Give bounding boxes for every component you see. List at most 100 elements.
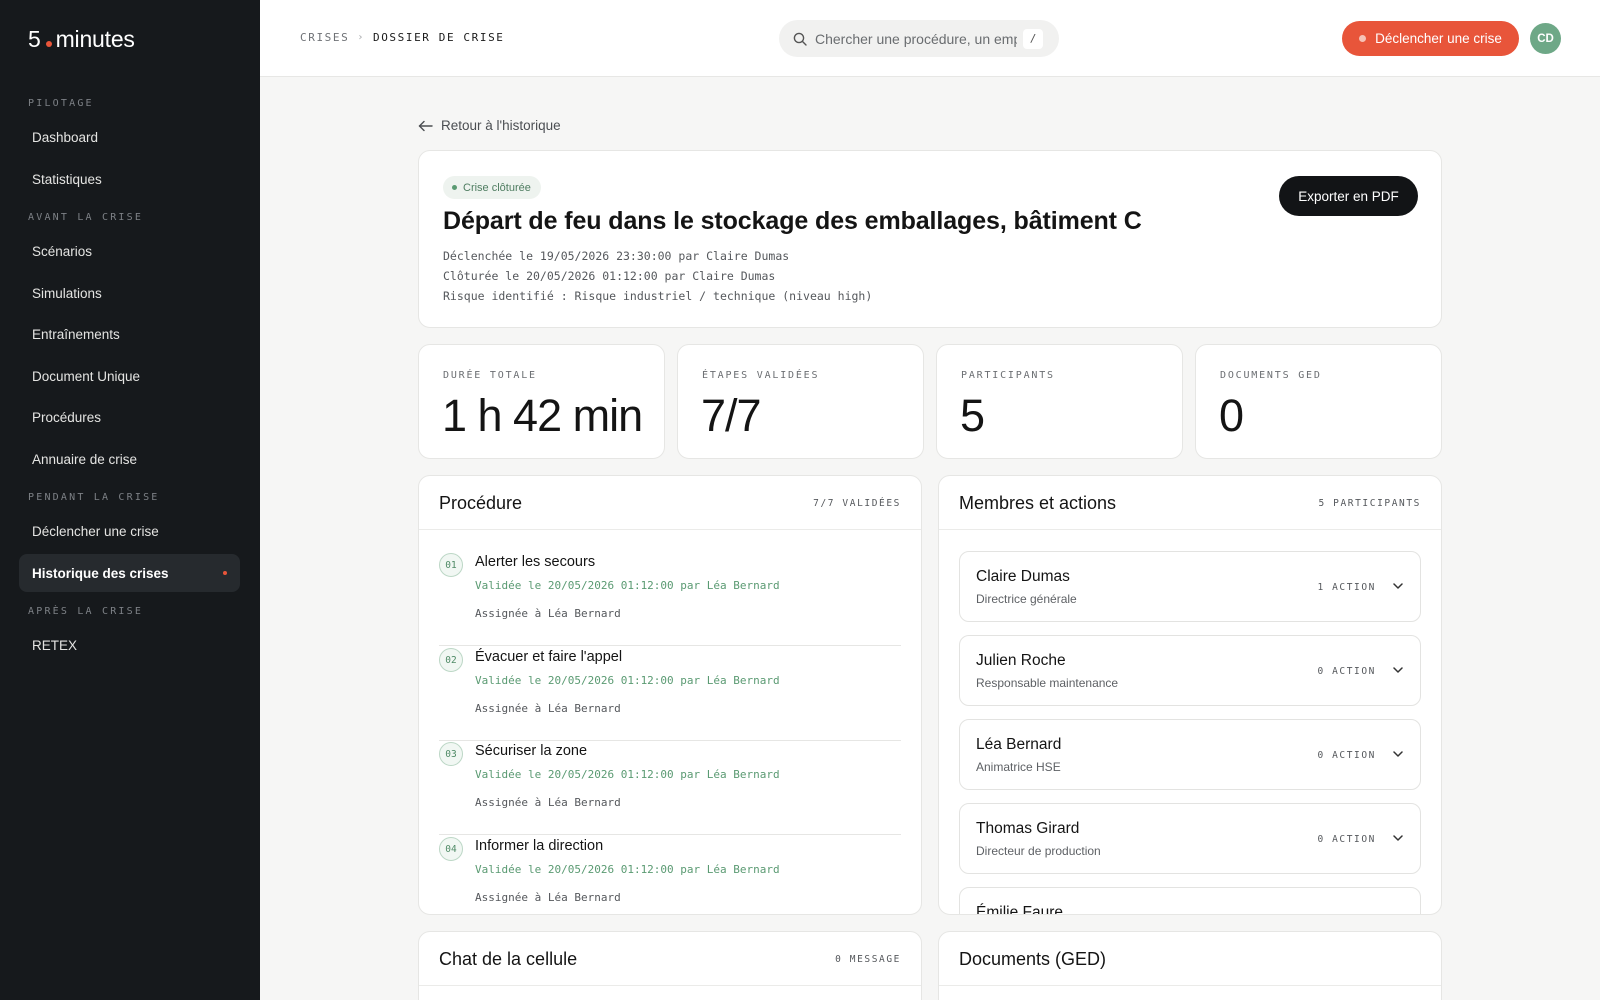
nav-section-avant: AVANT LA CRISE xyxy=(28,212,144,223)
crisis-meta-closed: Clôturée le 20/05/2026 01:12:00 par Clai… xyxy=(443,269,776,283)
procedure-count: 7/7 VALIDÉES xyxy=(813,498,901,509)
member-action-count: 0 ACTION xyxy=(1317,666,1376,677)
member-card[interactable]: Julien Roche Responsable maintenance 0 A… xyxy=(959,635,1421,706)
member-action-count: 1 ACTION xyxy=(1317,582,1376,593)
members-panel: Membres et actions 5 PARTICIPANTS Claire… xyxy=(938,475,1442,915)
step-assignee: Assignée à Léa Bernard xyxy=(475,796,621,809)
step-validation: Validée le 20/05/2026 01:12:00 par Léa B… xyxy=(475,768,780,781)
active-indicator xyxy=(223,571,227,575)
chevron-down-icon[interactable] xyxy=(1392,748,1404,760)
documents-title: Documents (GED) xyxy=(959,949,1107,969)
sidebar-item-annuaire[interactable]: Annuaire de crise xyxy=(19,440,240,478)
back-link[interactable]: Retour à l'historique xyxy=(418,118,561,133)
chevron-down-icon[interactable] xyxy=(1392,832,1404,844)
stat-label: PARTICIPANTS xyxy=(961,370,1055,381)
procedure-step: 03 Sécuriser la zone Validée le 20/05/20… xyxy=(439,740,901,835)
status-dot-icon xyxy=(452,185,457,190)
sidebar-item-retex[interactable]: RETEX xyxy=(19,626,240,664)
step-number: 02 xyxy=(439,648,463,672)
member-action-count: 0 ACTION xyxy=(1317,834,1376,845)
member-card[interactable]: Thomas Girard Directeur de production 0 … xyxy=(959,803,1421,874)
stat-card-participants: PARTICIPANTS 5 xyxy=(936,344,1183,459)
status-badge: Crise clôturée xyxy=(443,176,541,199)
nav-section-pilotage: PILOTAGE xyxy=(28,98,94,109)
step-assignee: Assignée à Léa Bernard xyxy=(475,891,621,904)
nav-section-apres: APRÈS LA CRISE xyxy=(28,606,144,617)
chevron-down-icon[interactable] xyxy=(1392,664,1404,676)
sidebar-item-declencher[interactable]: Déclencher une crise xyxy=(19,512,240,550)
stat-value: 5 xyxy=(960,390,985,441)
step-number: 01 xyxy=(439,553,463,577)
sidebar-item-scenarios[interactable]: Scénarios xyxy=(19,232,240,270)
logo-number: 5 xyxy=(28,26,41,52)
documents-panel: Documents (GED) xyxy=(938,931,1442,1000)
chevron-down-icon[interactable] xyxy=(1392,580,1404,592)
topbar: CRISES › DOSSIER DE CRISE / Déclencher u… xyxy=(260,0,1600,77)
member-name: Émilie Faure xyxy=(976,904,1063,915)
sidebar-item-label: Historique des crises xyxy=(32,565,169,581)
search-input[interactable] xyxy=(815,30,1017,47)
step-validation: Validée le 20/05/2026 01:12:00 par Léa B… xyxy=(475,579,780,592)
search-bar[interactable]: / xyxy=(779,20,1059,57)
procedure-panel-header: Procédure 7/7 VALIDÉES xyxy=(419,476,921,530)
members-panel-header: Membres et actions 5 PARTICIPANTS xyxy=(939,476,1441,530)
member-name: Léa Bernard xyxy=(976,736,1062,753)
stat-card-duration: DURÉE TOTALE 1 h 42 min xyxy=(418,344,665,459)
logo-word: minutes xyxy=(55,26,135,52)
sidebar-item-historique[interactable]: Historique des crises xyxy=(19,554,240,592)
breadcrumb-separator: › xyxy=(357,32,365,43)
crisis-meta-declared: Déclenchée le 19/05/2026 23:30:00 par Cl… xyxy=(443,249,790,263)
sidebar-item-entrainements[interactable]: Entraînements xyxy=(19,315,240,353)
stat-value: 7/7 xyxy=(701,390,762,441)
step-title: Alerter les secours xyxy=(475,554,596,570)
member-name: Claire Dumas xyxy=(976,568,1070,585)
member-role: Directrice générale xyxy=(976,592,1077,606)
arrow-left-icon xyxy=(418,120,433,131)
app-logo[interactable]: 5 minutes xyxy=(28,26,135,53)
chat-count: 0 MESSAGE xyxy=(835,954,901,965)
nav-section-pendant: PENDANT LA CRISE xyxy=(28,492,160,503)
sidebar-item-dashboard[interactable]: Dashboard xyxy=(19,118,240,156)
sidebar-item-simulations[interactable]: Simulations xyxy=(19,274,240,312)
search-shortcut: / xyxy=(1023,28,1043,49)
chat-panel: Chat de la cellule 0 MESSAGE xyxy=(418,931,922,1000)
step-title: Évacuer et faire l'appel xyxy=(475,649,623,665)
member-card[interactable]: Émilie Faure xyxy=(959,887,1421,915)
sidebar-item-statistiques[interactable]: Statistiques xyxy=(19,160,240,198)
member-card[interactable]: Léa Bernard Animatrice HSE 0 ACTION xyxy=(959,719,1421,790)
procedure-panel: Procédure 7/7 VALIDÉES 01 Alerter les se… xyxy=(418,475,922,915)
documents-panel-header: Documents (GED) xyxy=(939,932,1441,986)
step-title: Informer la direction xyxy=(475,838,604,854)
stat-value: 1 h 42 min xyxy=(442,390,643,441)
step-assignee: Assignée à Léa Bernard xyxy=(475,607,621,620)
page-title: Départ de feu dans le stockage des embal… xyxy=(443,207,1142,235)
crisis-meta-risk: Risque identifié : Risque industriel / t… xyxy=(443,289,873,303)
member-role: Responsable maintenance xyxy=(976,676,1119,690)
stat-label: DOCUMENTS GED xyxy=(1220,370,1322,381)
avatar[interactable]: CD xyxy=(1530,23,1561,54)
member-name: Julien Roche xyxy=(976,652,1066,669)
breadcrumb-crises[interactable]: CRISES xyxy=(300,31,349,44)
logo-dot xyxy=(45,41,52,47)
members-count: 5 PARTICIPANTS xyxy=(1318,498,1421,509)
chat-title: Chat de la cellule xyxy=(439,949,578,969)
step-title: Sécuriser la zone xyxy=(475,743,588,759)
member-role: Animatrice HSE xyxy=(976,760,1061,774)
member-card[interactable]: Claire Dumas Directrice générale 1 ACTIO… xyxy=(959,551,1421,622)
sidebar-item-procedures[interactable]: Procédures xyxy=(19,398,240,436)
step-number: 04 xyxy=(439,837,463,861)
members-title: Membres et actions xyxy=(959,493,1117,513)
stat-label: DURÉE TOTALE xyxy=(443,370,537,381)
sidebar-item-document-unique[interactable]: Document Unique xyxy=(19,357,240,395)
status-label: Crise clôturée xyxy=(463,181,531,194)
export-pdf-button[interactable]: Exporter en PDF xyxy=(1279,176,1418,216)
declare-crisis-button[interactable]: Déclencher une crise xyxy=(1342,21,1519,56)
chat-panel-header: Chat de la cellule 0 MESSAGE xyxy=(419,932,921,986)
step-validation: Validée le 20/05/2026 01:12:00 par Léa B… xyxy=(475,674,780,687)
procedure-step: 01 Alerter les secours Validée le 20/05/… xyxy=(439,551,901,646)
procedure-step: 02 Évacuer et faire l'appel Validée le 2… xyxy=(439,646,901,741)
alert-dot-icon xyxy=(1359,35,1367,42)
sidebar: 5 minutes PILOTAGE Dashboard Statistique… xyxy=(0,0,260,1000)
procedure-step: 04 Informer la direction Validée le 20/0… xyxy=(439,835,901,914)
step-number: 03 xyxy=(439,742,463,766)
